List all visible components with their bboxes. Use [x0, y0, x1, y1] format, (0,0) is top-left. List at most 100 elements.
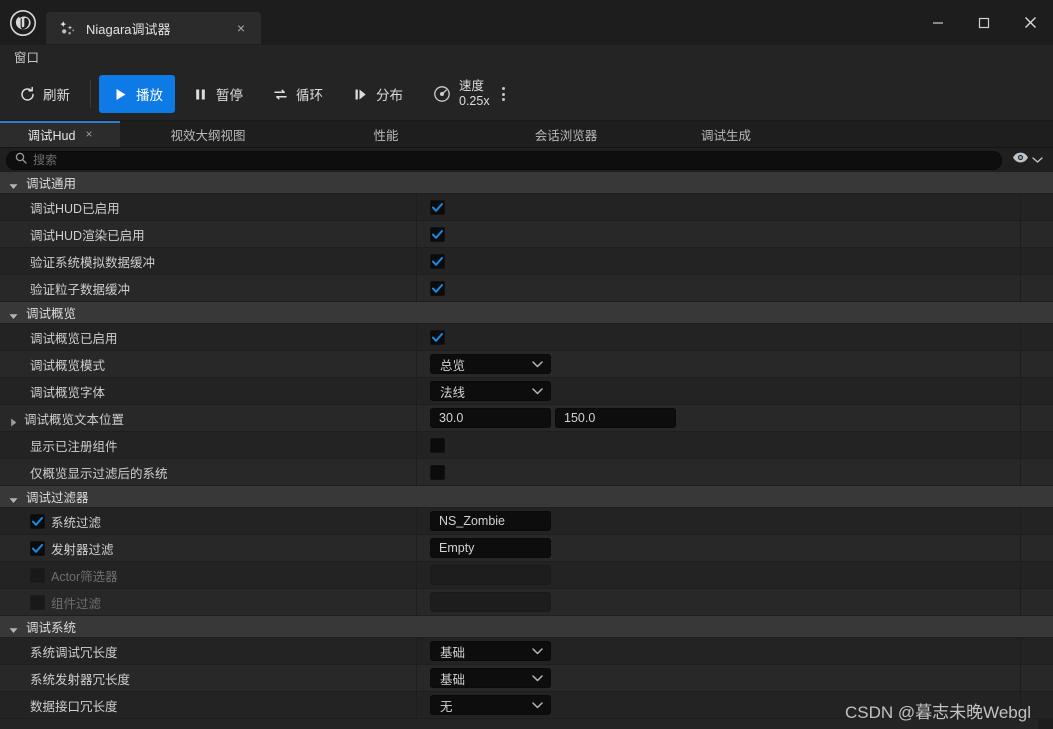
value-checkbox[interactable] [430, 329, 445, 345]
section-title: 调试过滤器 [26, 491, 89, 505]
value-number-x[interactable]: 30.0 [430, 408, 551, 428]
refresh-button[interactable]: 刷新 [6, 75, 82, 113]
property-label: 调试HUD渲染已启用 [30, 228, 145, 243]
window-tab-close-icon[interactable]: × [233, 21, 249, 35]
playback-speed-control[interactable]: 速度 0.25x [423, 75, 496, 113]
refresh-label: 刷新 [43, 88, 70, 103]
window-tab-niagara-debugger[interactable]: Niagara调试器 × [46, 12, 261, 44]
property-name-cell: 调试概览已启用 [0, 324, 417, 350]
property-label: 系统发射器冗长度 [30, 672, 131, 687]
value-checkbox[interactable] [430, 280, 445, 296]
property-value-cell: 基础 [417, 638, 1053, 664]
toolbar-divider [90, 80, 91, 108]
value-dropdown[interactable]: 基础 [430, 668, 551, 688]
property-label: 系统过滤 [51, 515, 102, 530]
property-row: 系统调试冗长度 基础 [0, 638, 1053, 665]
expand-triangle-icon[interactable] [10, 414, 18, 426]
tab-performance-label: 性能 [373, 128, 399, 143]
play-button[interactable]: 播放 [99, 75, 175, 113]
niagara-sparkle-icon [59, 19, 77, 37]
property-row: 验证粒子数据缓冲 [0, 275, 1053, 302]
property-value-cell [417, 589, 1053, 615]
property-row: 发射器过滤 Empty [0, 535, 1053, 562]
step-button[interactable]: 分布 [339, 75, 415, 113]
property-rows: 调试通用 调试HUD已启用 调试HUD渲染已启用 验证系统模拟数据缓冲 验证粒子数据缓冲… [0, 172, 1053, 719]
chevron-down-icon [532, 355, 543, 373]
vertical-ellipsis-icon [501, 87, 505, 101]
value-text-input[interactable]: Empty [430, 538, 551, 558]
loop-button[interactable]: 循环 [259, 75, 335, 113]
property-name-cell: 系统发射器冗长度 [0, 665, 417, 691]
section-header[interactable]: 调试通用 [0, 172, 1053, 194]
property-label: 调试概览文本位置 [24, 412, 125, 427]
property-enable-checkbox[interactable] [30, 513, 45, 529]
property-name-cell: 调试概览文本位置 [0, 405, 417, 431]
tab-session-browser-label: 会话浏览器 [534, 128, 598, 143]
property-label: 仅概览显示过滤后的系统 [30, 466, 168, 481]
section-header[interactable]: 调试过滤器 [0, 486, 1053, 508]
property-row: 调试概览字体 法线 [0, 378, 1053, 405]
value-text-input[interactable]: NS_Zombie [430, 511, 551, 531]
property-label: 调试概览模式 [30, 358, 106, 373]
property-label: 数据接口冗长度 [30, 699, 118, 714]
minimize-button[interactable] [915, 0, 961, 45]
pause-icon [191, 85, 209, 103]
property-value-cell: Empty [417, 535, 1053, 561]
value-dropdown[interactable]: 无 [430, 695, 551, 715]
value-checkbox[interactable] [430, 226, 445, 242]
property-name-cell: Actor筛选器 [0, 562, 417, 588]
value-dropdown[interactable]: 总览 [430, 354, 551, 374]
property-row: 系统过滤 NS_Zombie [0, 508, 1053, 535]
tab-session-browser[interactable]: 会话浏览器 [476, 121, 656, 147]
section-title: 调试概览 [26, 307, 77, 321]
play-label: 播放 [136, 88, 163, 103]
details-panel: 调试通用 调试HUD已启用 调试HUD渲染已启用 验证系统模拟数据缓冲 验证粒子数据缓冲… [0, 172, 1053, 729]
tab-debug-hud[interactable]: 调试Hud × [0, 121, 120, 147]
tab-debug-spawn-label: 调试生成 [700, 128, 751, 143]
speedometer-icon [433, 85, 451, 103]
section-header[interactable]: 调试概览 [0, 302, 1053, 324]
maximize-button[interactable] [961, 0, 1007, 45]
value-checkbox[interactable] [430, 253, 445, 269]
chevron-down-icon [1032, 151, 1043, 169]
value-checkbox[interactable] [430, 437, 445, 453]
property-value-cell [417, 562, 1053, 588]
search-input[interactable] [33, 153, 993, 167]
property-value-cell [417, 324, 1053, 350]
property-value-cell [417, 248, 1053, 274]
property-row: 调试概览模式 总览 [0, 351, 1053, 378]
property-name-cell: 显示已注册组件 [0, 432, 417, 458]
tab-performance[interactable]: 性能 [296, 121, 476, 147]
dropdown-value: 无 [440, 699, 453, 714]
property-row: Actor筛选器 [0, 562, 1053, 589]
refresh-icon [18, 85, 36, 103]
property-value-cell: 30.0 150.0 [417, 405, 1053, 431]
value-number-y[interactable]: 150.0 [555, 408, 676, 428]
value-checkbox[interactable] [430, 199, 445, 215]
menu-item-window[interactable]: 窗口 [8, 45, 45, 68]
section-header[interactable]: 调试系统 [0, 616, 1053, 638]
value-dropdown[interactable]: 基础 [430, 641, 551, 661]
property-value-cell: 法线 [417, 378, 1053, 404]
property-name-cell: 调试概览模式 [0, 351, 417, 377]
search-box[interactable] [6, 150, 1002, 170]
toolbar-overflow-menu-button[interactable] [496, 77, 511, 111]
property-value-cell [417, 432, 1053, 458]
tab-debug-hud-label: 调试Hud [27, 128, 76, 143]
panel-tab-row: 调试Hud × 视效大纲视图 性能 会话浏览器 调试生成 [0, 121, 1053, 148]
play-icon [111, 85, 129, 103]
property-enable-checkbox[interactable] [30, 540, 45, 556]
view-options-button[interactable] [1006, 151, 1049, 169]
property-label: 显示已注册组件 [30, 439, 118, 454]
search-icon [15, 151, 27, 169]
chevron-down-icon [532, 696, 543, 714]
tab-debug-hud-close-icon[interactable]: × [85, 127, 92, 141]
pause-button[interactable]: 暂停 [179, 75, 255, 113]
dropdown-value: 基础 [440, 645, 466, 660]
property-label: 验证系统模拟数据缓冲 [30, 255, 156, 270]
close-window-button[interactable] [1007, 0, 1053, 45]
tab-fx-outliner[interactable]: 视效大纲视图 [120, 121, 296, 147]
value-checkbox[interactable] [430, 464, 445, 480]
value-dropdown[interactable]: 法线 [430, 381, 551, 401]
tab-debug-spawn[interactable]: 调试生成 [656, 121, 796, 147]
